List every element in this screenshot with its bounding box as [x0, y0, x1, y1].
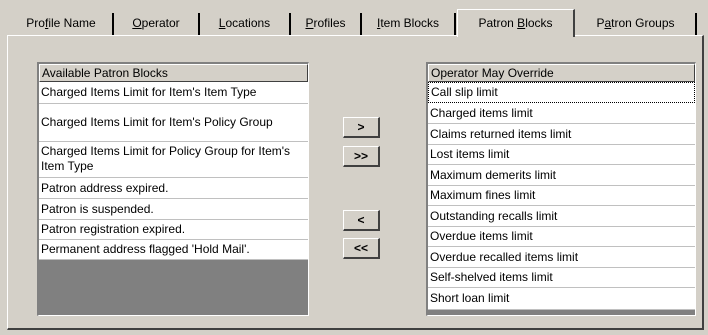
list-item-label: Outstanding recalls limit	[430, 209, 558, 223]
list-item[interactable]: Charged Items Limit for Policy Group for…	[39, 142, 308, 178]
remove-all-button[interactable]: <<	[343, 238, 380, 259]
tab-patron-groups[interactable]: Patron Groups	[576, 13, 697, 35]
add-all-button[interactable]: >>	[343, 146, 380, 167]
available-blocks-header[interactable]: Available Patron Blocks	[39, 64, 308, 82]
tab-label: ile Name	[48, 16, 96, 30]
list-item-label: Charged items limit	[430, 106, 533, 120]
tab-label: tron Groups	[611, 16, 675, 30]
list-item-label: Overdue recalled items limit	[430, 250, 579, 264]
tab-label: ocations	[225, 16, 271, 30]
available-blocks-list[interactable]: Available Patron Blocks Charged Items Li…	[37, 62, 309, 316]
list-item-label: Patron is suspended.	[41, 202, 154, 216]
tab-label-accelerator: O	[132, 16, 142, 30]
operator-override-list[interactable]: Operator May Override Call slip limit Ch…	[426, 62, 696, 316]
list-empty-area	[39, 260, 308, 315]
list-empty-area	[428, 310, 695, 315]
list-item[interactable]: Overdue recalled items limit	[428, 247, 695, 268]
list-item-label: Overdue items limit	[430, 229, 533, 243]
tab-strip: Profile Name Operator Locations Profiles…	[0, 0, 708, 37]
tab-label: rofiles	[313, 16, 346, 30]
list-item-label: Self-shelved items limit	[430, 270, 553, 284]
list-item[interactable]: Lost items limit	[428, 145, 695, 165]
tab-label: perator	[141, 16, 180, 30]
remove-button[interactable]: <	[343, 210, 380, 231]
tab-patron-blocks[interactable]: Patron Blocks	[457, 9, 575, 37]
tab-profile-name[interactable]: Profile Name	[10, 13, 114, 35]
list-item-label: Claims returned items limit	[430, 127, 572, 141]
list-item[interactable]: Charged Items Limit for Item's Item Type	[39, 82, 308, 104]
list-item[interactable]: Outstanding recalls limit	[428, 206, 695, 227]
list-item[interactable]: Maximum fines limit	[428, 186, 695, 206]
list-item-label: Maximum fines limit	[430, 188, 536, 202]
list-item-label: Maximum demerits limit	[430, 168, 557, 182]
list-item-label: Patron registration expired.	[41, 222, 186, 236]
list-item[interactable]: Self-shelved items limit	[428, 268, 695, 288]
list-item-label: Patron address expired.	[41, 181, 169, 195]
list-item[interactable]: Charged Items Limit for Item's Policy Gr…	[39, 104, 308, 142]
list-item-focused[interactable]: Call slip limit	[428, 82, 695, 103]
list-item-label: Call slip limit	[431, 85, 498, 99]
list-item-label: Permanent address flagged 'Hold Mail'.	[41, 242, 250, 256]
list-item[interactable]: Patron is suspended.	[39, 199, 308, 220]
tab-label-accelerator: P	[305, 16, 314, 30]
list-item[interactable]: Patron address expired.	[39, 178, 308, 199]
tab-label: Patron	[478, 16, 518, 30]
tab-label: locks	[525, 16, 553, 30]
list-item[interactable]: Maximum demerits limit	[428, 165, 695, 186]
add-button[interactable]: >	[343, 117, 380, 138]
tab-item-blocks[interactable]: Item Blocks	[362, 13, 456, 35]
list-item-label: Short loan limit	[430, 291, 510, 305]
list-item[interactable]: Patron registration expired.	[39, 220, 308, 240]
tab-label: Pro	[26, 16, 45, 30]
list-item[interactable]: Charged items limit	[428, 103, 695, 124]
list-item-label: Lost items limit	[430, 147, 510, 161]
tab-profiles[interactable]: Profiles	[291, 13, 362, 35]
list-item[interactable]: Overdue items limit	[428, 227, 695, 247]
list-item-label: Charged Items Limit for Item's Item Type	[41, 85, 257, 99]
list-item-label: Charged Items Limit for Item's Policy Gr…	[41, 115, 273, 129]
list-item-label: Charged Items Limit for Policy Group for…	[41, 144, 291, 173]
tab-locations[interactable]: Locations	[200, 13, 291, 35]
list-item[interactable]: Short loan limit	[428, 288, 695, 310]
tab-operator[interactable]: Operator	[114, 13, 200, 35]
list-item[interactable]: Permanent address flagged 'Hold Mail'.	[39, 240, 308, 260]
tab-label-accelerator: B	[517, 16, 526, 30]
list-item[interactable]: Claims returned items limit	[428, 124, 695, 145]
tab-label: tem Blocks	[380, 16, 440, 30]
operator-override-header[interactable]: Operator May Override	[428, 64, 695, 82]
